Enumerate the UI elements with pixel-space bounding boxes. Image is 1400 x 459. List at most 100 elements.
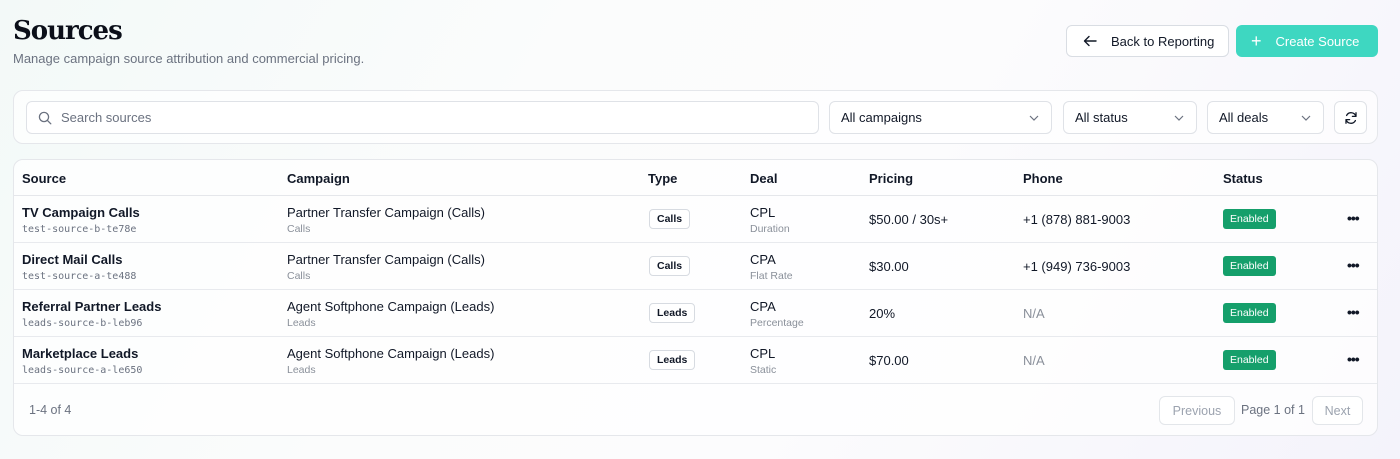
pricing-cell: 20% [869, 306, 896, 321]
source-name[interactable]: Referral Partner Leads [22, 299, 161, 314]
create-source-button[interactable]: + Create Source [1236, 25, 1378, 57]
campaign-type: Calls [287, 270, 311, 282]
next-page-button[interactable]: Next [1312, 396, 1363, 425]
plus-icon: + [1251, 31, 1262, 51]
column-header-phone: Phone [1023, 171, 1063, 186]
table-row[interactable]: Direct Mail Calls test-source-a-te488 Pa… [14, 243, 1377, 290]
deal-cell: CPA Percentage [750, 299, 804, 329]
source-cell: Referral Partner Leads leads-source-b-le… [22, 299, 161, 329]
status-badge: Enabled [1223, 350, 1276, 370]
source-name[interactable]: Direct Mail Calls [22, 252, 136, 267]
deals-select-value: All deals [1219, 110, 1269, 125]
campaign-name: Agent Softphone Campaign (Leads) [287, 299, 495, 314]
deal-model: CPL [750, 205, 776, 220]
source-slug: leads-source-a-le650 [22, 365, 143, 376]
phone-cell: N/A [1023, 353, 1045, 368]
sources-table: Source Campaign Type Deal Pricing Phone … [13, 159, 1378, 436]
source-slug: leads-source-b-leb96 [22, 318, 143, 329]
campaign-cell: Agent Softphone Campaign (Leads) Leads [287, 299, 494, 329]
phone-cell: +1 (878) 881-9003 [1023, 212, 1131, 227]
arrow-left-icon [1083, 35, 1097, 47]
type-cell: Calls [649, 209, 691, 229]
filter-bar: Search sources All campaigns All status … [13, 90, 1378, 144]
create-button-label: Create Source [1275, 33, 1360, 49]
pricing-cell: $70.00 [869, 353, 909, 368]
campaign-type: Leads [287, 317, 316, 329]
type-pill: Calls [649, 209, 691, 229]
deal-subtype: Flat Rate [750, 270, 793, 282]
type-pill: Leads [649, 303, 696, 323]
type-pill: Calls [649, 256, 691, 276]
table-footer: 1-4 of 4 Previous Page 1 of 1 Next [14, 385, 1377, 435]
pricing-cell: $50.00 / 30s+ [869, 212, 949, 227]
phone-cell: N/A [1023, 306, 1045, 321]
back-to-reporting-button[interactable]: Back to Reporting [1066, 25, 1229, 57]
status-badge: Enabled [1223, 256, 1276, 276]
campaign-name: Partner Transfer Campaign (Calls) [287, 252, 485, 267]
refresh-button[interactable] [1334, 101, 1367, 134]
column-header-campaign: Campaign [287, 171, 350, 186]
type-pill: Leads [649, 350, 696, 370]
more-actions-icon[interactable]: ••• [1347, 210, 1360, 226]
source-cell: TV Campaign Calls test-source-b-te78e [22, 205, 140, 235]
search-input[interactable]: Search sources [26, 101, 819, 134]
more-actions-icon[interactable]: ••• [1347, 351, 1360, 367]
page-subtitle: Manage campaign source attribution and c… [13, 51, 365, 66]
source-cell: Direct Mail Calls test-source-a-te488 [22, 252, 136, 282]
status-cell: Enabled [1223, 350, 1276, 370]
result-count: 1-4 of 4 [29, 403, 72, 417]
table-row[interactable]: Referral Partner Leads leads-source-b-le… [14, 290, 1377, 337]
campaign-name: Agent Softphone Campaign (Leads) [287, 346, 495, 361]
column-header-source: Source [22, 171, 67, 186]
deal-cell: CPL Duration [750, 205, 790, 235]
status-cell: Enabled [1223, 209, 1276, 229]
deal-subtype: Static [750, 364, 777, 376]
more-actions-icon[interactable]: ••• [1347, 304, 1360, 320]
page-title: Sources [13, 16, 123, 46]
column-header-type: Type [648, 171, 678, 186]
type-cell: Leads [649, 303, 696, 323]
more-actions-icon[interactable]: ••• [1347, 257, 1360, 273]
campaign-name: Partner Transfer Campaign (Calls) [287, 205, 485, 220]
source-name[interactable]: TV Campaign Calls [22, 205, 140, 220]
status-select-value: All status [1075, 110, 1128, 125]
search-icon [38, 111, 52, 124]
column-header-deal: Deal [750, 171, 778, 186]
deal-subtype: Duration [750, 223, 790, 235]
status-cell: Enabled [1223, 303, 1276, 323]
source-cell: Marketplace Leads leads-source-a-le650 [22, 346, 142, 376]
source-name[interactable]: Marketplace Leads [22, 346, 142, 361]
deal-cell: CPL Static [750, 346, 776, 376]
refresh-icon [1344, 111, 1357, 124]
campaigns-select-value: All campaigns [841, 110, 922, 125]
source-slug: test-source-a-te488 [22, 271, 137, 282]
campaign-cell: Partner Transfer Campaign (Calls) Calls [287, 252, 485, 282]
source-slug: test-source-b-te78e [22, 224, 137, 235]
campaign-type: Calls [287, 223, 311, 235]
table-header: Source Campaign Type Deal Pricing Phone … [14, 160, 1377, 196]
campaigns-select[interactable]: All campaigns [829, 101, 1052, 134]
deal-model: CPL [750, 346, 776, 361]
table-row[interactable]: TV Campaign Calls test-source-b-te78e Pa… [14, 196, 1377, 243]
type-cell: Leads [649, 350, 696, 370]
chevron-down-icon [1029, 115, 1039, 121]
previous-page-button[interactable]: Previous [1159, 396, 1235, 425]
column-header-pricing: Pricing [869, 171, 914, 186]
status-cell: Enabled [1223, 256, 1276, 276]
status-badge: Enabled [1223, 303, 1276, 323]
campaign-type: Leads [287, 364, 316, 376]
deals-select[interactable]: All deals [1207, 101, 1324, 134]
search-placeholder: Search sources [61, 110, 152, 125]
type-cell: Calls [649, 256, 691, 276]
campaign-cell: Agent Softphone Campaign (Leads) Leads [287, 346, 494, 376]
status-badge: Enabled [1223, 209, 1276, 229]
pricing-cell: $30.00 [869, 259, 909, 274]
sources-page: Sources Manage campaign source attributi… [0, 0, 1400, 459]
back-button-label: Back to Reporting [1111, 33, 1215, 49]
deal-cell: CPA Flat Rate [750, 252, 793, 282]
status-select[interactable]: All status [1063, 101, 1197, 134]
table-row[interactable]: Marketplace Leads leads-source-a-le650 A… [14, 337, 1377, 384]
deal-subtype: Percentage [750, 317, 804, 329]
chevron-down-icon [1301, 115, 1311, 121]
column-header-status: Status [1223, 171, 1263, 186]
